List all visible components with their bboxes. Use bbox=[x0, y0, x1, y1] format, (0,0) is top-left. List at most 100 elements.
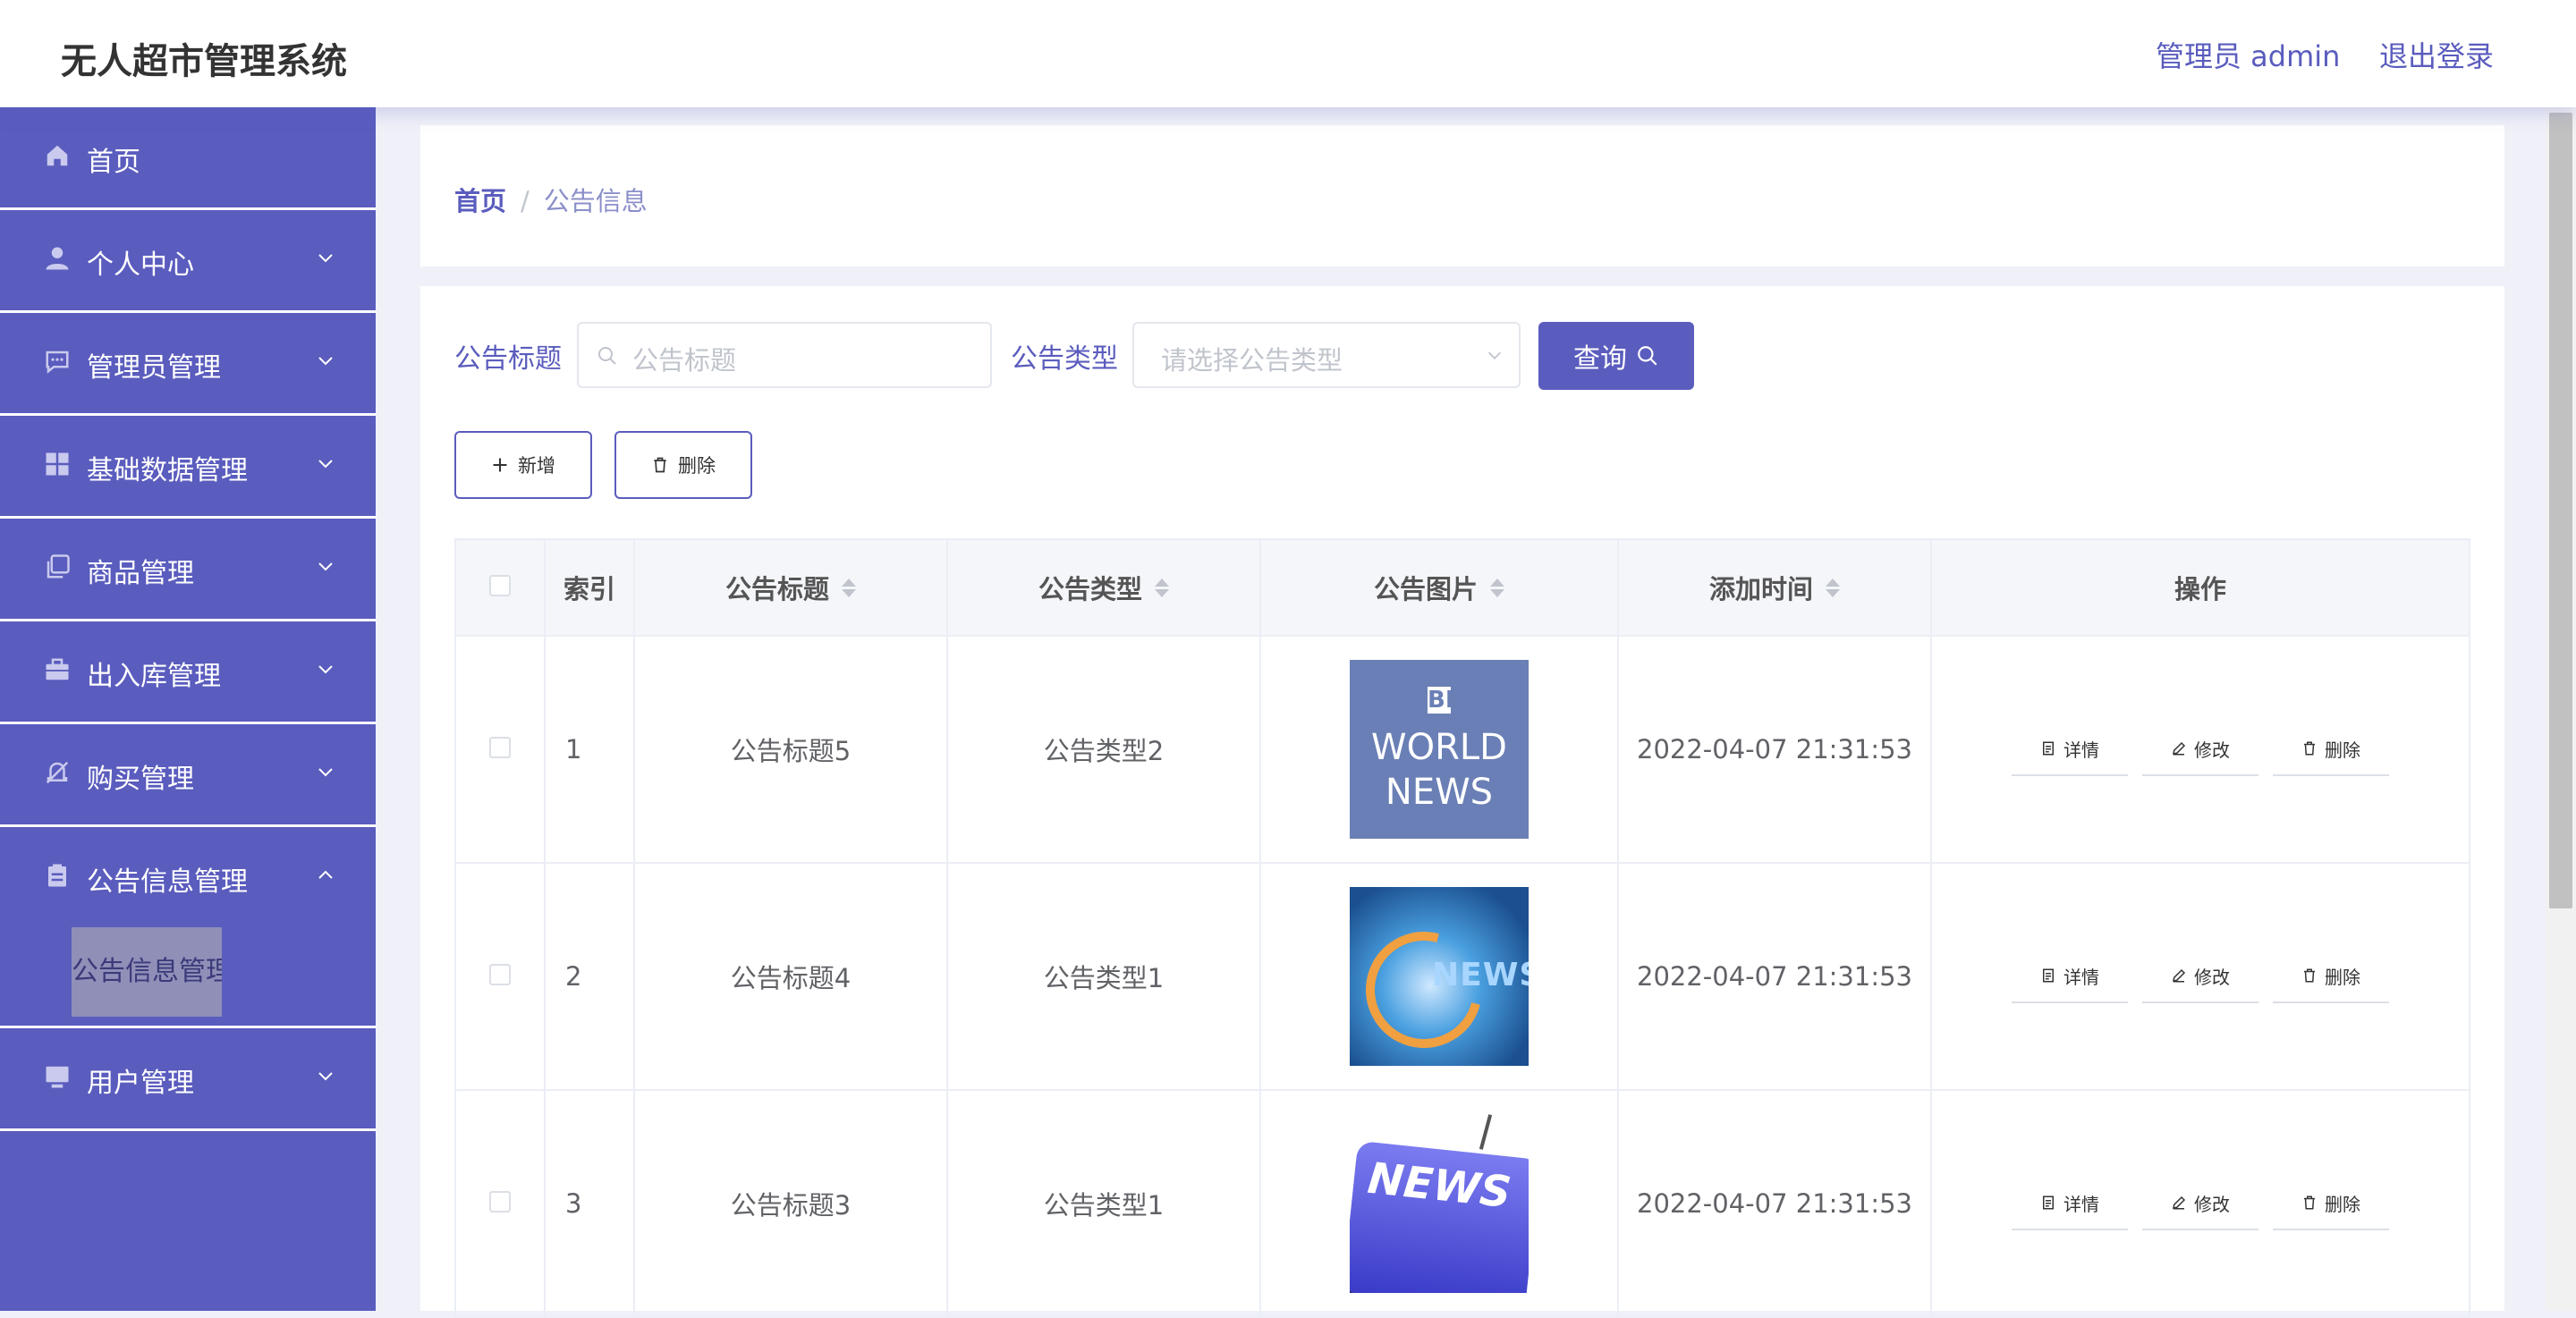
sidebar-item-inventory-management[interactable]: 出入库管理 bbox=[0, 621, 376, 724]
table-row: 2 公告标题4 公告类型1 NEWS 2022-04-07 21:31:53 详… bbox=[454, 862, 2470, 1091]
row-time: 2022-04-07 21:31:53 bbox=[1617, 862, 1932, 1091]
delete-button-label: 删除 bbox=[2325, 1193, 2360, 1215]
title-search-input[interactable]: 公告标题 bbox=[577, 322, 992, 388]
announcement-table: 索引 公告标题 公告类型 公告图片 添加时间 操作 1 公告标题5 公告类型 2 … bbox=[454, 538, 2470, 1318]
page-scrollbar[interactable] bbox=[2546, 107, 2576, 1311]
row-title: 公告标题3 bbox=[633, 1089, 948, 1318]
sidebar-item-label: 首页 bbox=[87, 147, 140, 178]
thumb-world-text: WORLD bbox=[1371, 727, 1507, 768]
select-all-checkbox[interactable] bbox=[489, 575, 511, 596]
select-all-header bbox=[454, 538, 546, 637]
header-time-label: 添加时间 bbox=[1708, 574, 1813, 604]
sidebar-item-label: 购买管理 bbox=[87, 764, 194, 795]
pencil-icon bbox=[2173, 968, 2186, 983]
sidebar-item-product-management[interactable]: 商品管理 bbox=[0, 519, 376, 621]
monitor-icon bbox=[43, 1062, 72, 1091]
sidebar-item-home[interactable]: 首页 bbox=[0, 107, 376, 210]
table-header-row: 索引 公告标题 公告类型 公告图片 添加时间 操作 bbox=[454, 538, 2470, 637]
row-checkbox[interactable] bbox=[489, 964, 511, 985]
edit-button[interactable]: 修改 bbox=[2142, 1177, 2258, 1230]
clipboard-icon bbox=[43, 861, 72, 890]
sidebar-item-user-management[interactable]: 用户管理 bbox=[0, 1028, 376, 1131]
detail-button-label: 详情 bbox=[2063, 739, 2099, 761]
type-select[interactable]: 请选择公告类型 bbox=[1132, 322, 1521, 388]
trash-icon bbox=[654, 457, 666, 473]
detail-button[interactable]: 详情 bbox=[2012, 1177, 2128, 1230]
row-actions-cell: 详情 修改 删除 bbox=[1930, 1089, 2470, 1318]
bulk-delete-button[interactable]: 删除 bbox=[614, 431, 752, 499]
header-image-label: 公告图片 bbox=[1373, 574, 1478, 604]
row-type: 公告类型1 bbox=[946, 862, 1261, 1091]
edit-button[interactable]: 修改 bbox=[2142, 722, 2258, 776]
sidebar-item-label: 用户管理 bbox=[87, 1068, 194, 1099]
grid-icon bbox=[43, 450, 72, 478]
scrollbar-thumb[interactable] bbox=[2549, 113, 2572, 908]
row-index: 1 bbox=[544, 635, 635, 864]
query-button[interactable]: 查询 bbox=[1538, 322, 1694, 390]
delete-button[interactable]: 删除 bbox=[2273, 950, 2389, 1003]
sidebar-item-label: 个人中心 bbox=[87, 249, 194, 281]
trash-icon bbox=[2304, 968, 2315, 983]
news-globe-thumbnail[interactable]: NEWS bbox=[1350, 887, 1529, 1066]
header-type[interactable]: 公告类型 bbox=[946, 538, 1261, 637]
edit-button[interactable]: 修改 bbox=[2142, 950, 2258, 1003]
logout-link[interactable]: 退出登录 bbox=[2379, 34, 2494, 75]
row-image-cell: BBC WORLD NEWS bbox=[1259, 635, 1619, 864]
pencil-icon bbox=[2173, 741, 2186, 756]
row-type: 公告类型1 bbox=[946, 1089, 1261, 1318]
delete-button[interactable]: 删除 bbox=[2273, 1177, 2389, 1230]
search-icon bbox=[598, 347, 616, 365]
document-icon bbox=[2043, 741, 2054, 756]
breadcrumb-separator: / bbox=[521, 186, 530, 216]
sidebar-item-label: 出入库管理 bbox=[87, 661, 221, 692]
row-image-cell: NEWS bbox=[1259, 862, 1619, 1091]
sidebar-subitem-announcement-info[interactable]: 公告信息管理 bbox=[72, 927, 222, 1017]
trash-icon bbox=[2304, 741, 2315, 756]
document-icon bbox=[2043, 1195, 2054, 1210]
sidebar-item-personal-center[interactable]: 个人中心 bbox=[0, 210, 376, 313]
sidebar-item-announcement-management[interactable]: 公告信息管理 bbox=[0, 827, 376, 927]
chat-icon bbox=[43, 347, 72, 376]
row-select-cell bbox=[454, 862, 546, 1091]
row-select-cell bbox=[454, 1089, 546, 1318]
detail-button-label: 详情 bbox=[2063, 966, 2099, 988]
detail-button[interactable]: 详情 bbox=[2012, 950, 2128, 1003]
add-button[interactable]: 新增 bbox=[454, 431, 592, 499]
breadcrumb-current: 公告信息 bbox=[543, 186, 648, 216]
detail-button[interactable]: 详情 bbox=[2012, 722, 2128, 776]
bbc-world-news-thumbnail[interactable]: BBC WORLD NEWS bbox=[1350, 660, 1529, 839]
row-checkbox[interactable] bbox=[489, 737, 511, 758]
chevron-down-icon bbox=[318, 562, 333, 571]
detail-button-label: 详情 bbox=[2063, 1193, 2099, 1215]
chevron-down-icon bbox=[318, 665, 333, 674]
current-user-link[interactable]: 管理员 admin bbox=[2156, 34, 2340, 75]
header-title[interactable]: 公告标题 bbox=[633, 538, 948, 637]
row-time: 2022-04-07 21:31:53 bbox=[1617, 635, 1932, 864]
row-time: 2022-04-07 21:31:53 bbox=[1617, 1089, 1932, 1318]
row-title: 公告标题5 bbox=[633, 635, 948, 864]
sidebar-item-label: 基础数据管理 bbox=[87, 455, 248, 486]
chevron-down-icon bbox=[318, 254, 333, 263]
breadcrumb-home[interactable]: 首页 bbox=[454, 186, 506, 216]
edit-button-label: 修改 bbox=[2194, 966, 2230, 988]
sidebar-item-admin-management[interactable]: 管理员管理 bbox=[0, 313, 376, 416]
news-key-thumbnail[interactable]: NEWS bbox=[1350, 1114, 1529, 1293]
header-index: 索引 bbox=[544, 538, 635, 637]
briefcase-icon bbox=[43, 655, 72, 684]
row-checkbox[interactable] bbox=[489, 1191, 511, 1212]
chevron-down-icon bbox=[1487, 351, 1502, 359]
breadcrumb-panel: 首页 / 公告信息 bbox=[420, 125, 2504, 266]
sidebar-item-purchase-management[interactable]: 购买管理 bbox=[0, 724, 376, 827]
chevron-down-icon bbox=[318, 1072, 333, 1081]
header-time[interactable]: 添加时间 bbox=[1617, 538, 1932, 637]
delete-button-label: 删除 bbox=[2325, 966, 2360, 988]
header-image[interactable]: 公告图片 bbox=[1259, 538, 1619, 637]
table-row: 3 公告标题3 公告类型1 NEWS 2022-04-07 21:31:53 详… bbox=[454, 1089, 2470, 1318]
user-icon bbox=[43, 244, 72, 273]
sort-icon bbox=[1155, 578, 1169, 597]
edit-button-label: 修改 bbox=[2194, 1193, 2230, 1215]
delete-button[interactable]: 删除 bbox=[2273, 722, 2389, 776]
home-icon bbox=[43, 141, 72, 170]
sidebar-item-basic-data-management[interactable]: 基础数据管理 bbox=[0, 416, 376, 519]
title-filter-label: 公告标题 bbox=[454, 343, 562, 375]
